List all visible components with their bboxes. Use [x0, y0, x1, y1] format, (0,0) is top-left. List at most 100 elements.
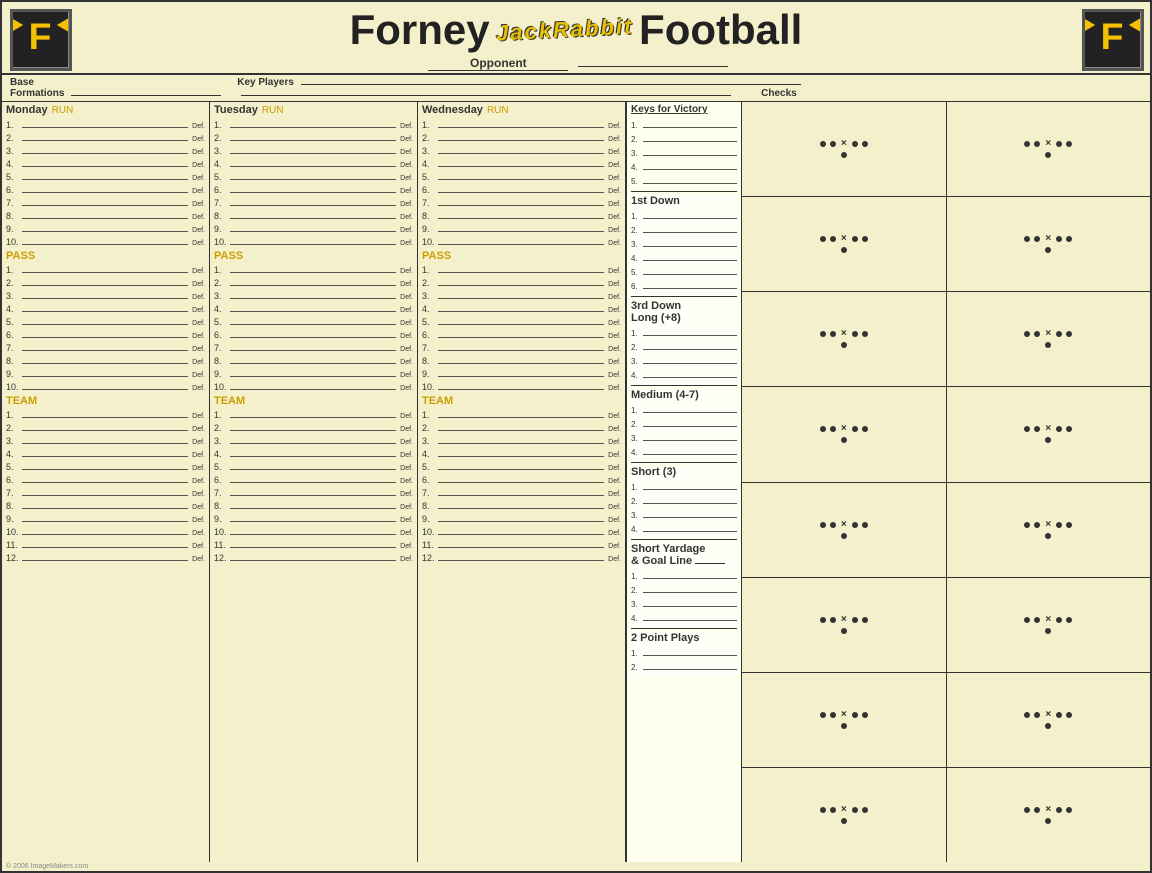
key-blank	[643, 132, 737, 142]
play-num: 1.	[422, 265, 436, 275]
dot	[830, 426, 836, 432]
play-blank	[438, 289, 604, 299]
play-blank	[230, 302, 396, 312]
dots-4-2: ×	[1024, 425, 1072, 443]
def-label: Def.	[192, 439, 205, 446]
wednesday-label: Wednesday	[422, 104, 483, 116]
dot	[1045, 342, 1051, 348]
def-label: Def.	[608, 504, 621, 511]
dots-3-2: ×	[1024, 330, 1072, 348]
key-players: Key Players Checks	[237, 77, 801, 99]
play-blank	[438, 170, 604, 180]
play-line: 3.Def.	[214, 144, 413, 156]
play-num: 8.	[214, 501, 228, 511]
key-num: 5.	[631, 268, 641, 277]
dot	[841, 723, 847, 729]
formation-cell-3-1: ×	[742, 292, 947, 386]
wednesday-run-plays: 1.Def.2.Def.3.Def.4.Def.5.Def.6.Def.7.De…	[422, 118, 621, 247]
key-blank	[643, 265, 737, 275]
tuesday-pass-label: PASS	[214, 250, 413, 262]
logo-left: F	[10, 9, 70, 69]
play-line: 9.Def.	[214, 512, 413, 524]
play-blank	[438, 157, 604, 167]
play-blank	[22, 170, 188, 180]
dot-x: ×	[1044, 616, 1052, 624]
play-num: 6.	[214, 185, 228, 195]
svg-text:F: F	[1101, 14, 1124, 56]
def-label: Def.	[400, 478, 413, 485]
key-blank	[643, 445, 737, 455]
main-content: Monday RUN 1.Def.2.Def.3.Def.4.Def.5.Def…	[2, 102, 1150, 862]
wednesday-header: Wednesday RUN	[422, 104, 621, 116]
medium-section: Medium (4-7) 1.2.3.4.	[631, 389, 737, 463]
dot	[1045, 533, 1051, 539]
dot	[1056, 141, 1062, 147]
play-line: 7.Def.	[6, 196, 205, 208]
play-num: 3.	[6, 291, 20, 301]
key-line: 2.	[631, 660, 737, 672]
play-line: 7.Def.	[422, 486, 621, 498]
play-line: 1.Def.	[6, 118, 205, 130]
play-num: 1.	[6, 120, 20, 130]
key-line: 6.	[631, 279, 737, 291]
dot	[841, 247, 847, 253]
dot	[1024, 617, 1030, 623]
formation-cell-7-2: ×	[947, 673, 1151, 767]
dots-2-1: ×	[820, 235, 868, 253]
play-blank	[230, 380, 396, 390]
play-blank	[438, 315, 604, 325]
def-label: Def.	[192, 281, 205, 288]
def-label: Def.	[400, 491, 413, 498]
play-num: 7.	[422, 198, 436, 208]
formation-grid: ×	[742, 102, 1150, 862]
dot	[841, 152, 847, 158]
key-line: 3.	[631, 431, 737, 443]
def-label: Def.	[400, 543, 413, 550]
def-label: Def.	[400, 556, 413, 563]
formation-cell-1-2: ×	[947, 102, 1151, 196]
dot	[1045, 247, 1051, 253]
dots-8-1: ×	[820, 806, 868, 824]
play-num: 2.	[422, 278, 436, 288]
dot	[1034, 522, 1040, 528]
dot	[1066, 236, 1072, 242]
two-point-section: 2 Point Plays 1.2.	[631, 632, 737, 677]
play-line: 3.Def.	[422, 434, 621, 446]
play-num: 7.	[422, 343, 436, 353]
play-line: 2.Def.	[6, 276, 205, 288]
play-line: 4.Def.	[6, 447, 205, 459]
key-blank	[643, 326, 737, 336]
dot	[1066, 141, 1072, 147]
dot-x: ×	[840, 521, 848, 529]
key-line: 2.	[631, 340, 737, 352]
play-num: 7.	[6, 198, 20, 208]
play-num: 7.	[422, 488, 436, 498]
key-line: 3.	[631, 354, 737, 366]
play-num: 5.	[422, 462, 436, 472]
def-label: Def.	[608, 268, 621, 275]
play-blank	[22, 289, 188, 299]
key-num: 2.	[631, 226, 641, 235]
play-line: 9.Def.	[214, 222, 413, 234]
play-blank	[438, 276, 604, 286]
monday-team-plays: 1.Def.2.Def.3.Def.4.Def.5.Def.6.Def.7.De…	[6, 408, 205, 563]
play-line: 1.Def.	[214, 263, 413, 275]
formation-cell-1-1: ×	[742, 102, 947, 196]
tuesday-team-label: TEAM	[214, 395, 413, 407]
play-blank	[22, 367, 188, 377]
def-label: Def.	[608, 320, 621, 327]
def-label: Def.	[608, 281, 621, 288]
dots-6-2: ×	[1024, 616, 1072, 634]
sub-header: Base Formations Key Players Checks	[2, 75, 1150, 102]
play-blank	[438, 486, 604, 496]
play-num: 2.	[422, 423, 436, 433]
play-num: 2.	[422, 133, 436, 143]
header-left: F	[10, 9, 70, 69]
play-blank	[230, 222, 396, 232]
play-num: 8.	[6, 211, 20, 221]
title-forney: Forney	[350, 6, 490, 54]
play-blank	[230, 131, 396, 141]
play-line: 7.Def.	[6, 341, 205, 353]
key-line: 4.	[631, 368, 737, 380]
dot	[852, 236, 858, 242]
